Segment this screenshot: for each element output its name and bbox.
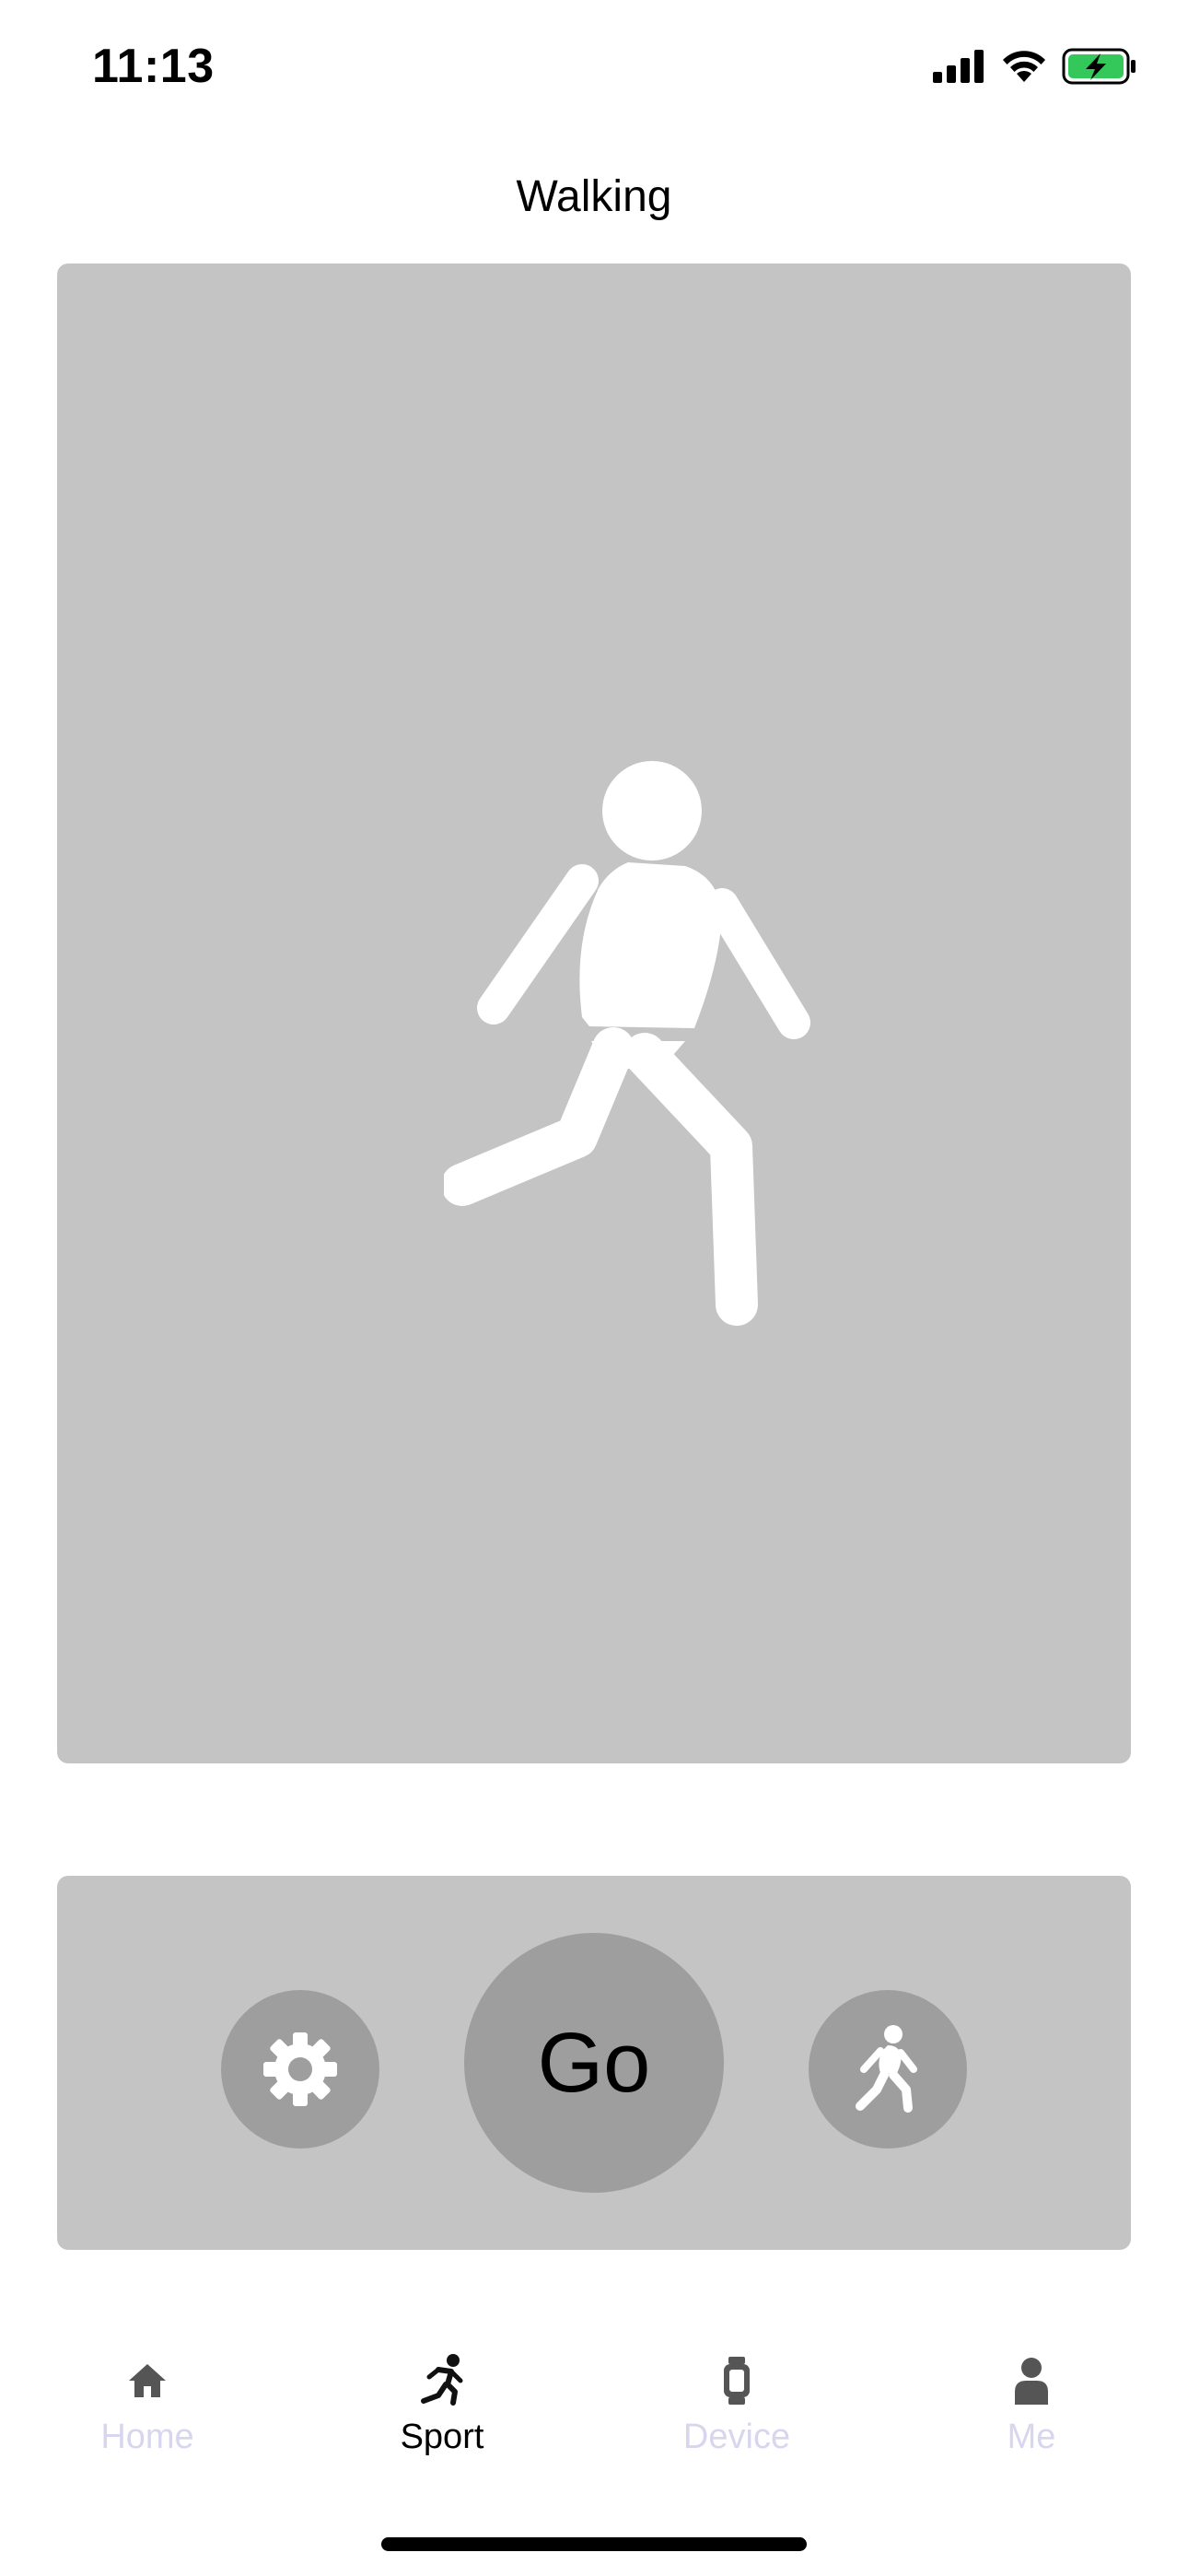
tab-me-label: Me — [1007, 2418, 1056, 2456]
gear-icon — [263, 2032, 337, 2106]
wifi-icon — [1003, 51, 1045, 82]
home-indicator — [381, 2537, 807, 2551]
go-button[interactable]: Go — [464, 1933, 724, 2193]
tab-device[interactable]: Device — [645, 2340, 829, 2478]
battery-charging-icon — [1062, 48, 1136, 85]
walking-figure-icon — [444, 761, 810, 1326]
tab-me[interactable]: Me — [939, 2340, 1124, 2478]
tab-sport[interactable]: Sport — [350, 2340, 534, 2478]
tab-home[interactable]: Home — [55, 2340, 239, 2478]
page-title: Walking — [516, 172, 672, 221]
settings-button[interactable] — [221, 1990, 379, 2149]
tab-device-label: Device — [682, 2418, 791, 2456]
tab-sport-label: Sport — [400, 2418, 484, 2456]
watch-icon — [709, 2353, 764, 2408]
home-icon — [120, 2353, 175, 2408]
go-label: Go — [537, 2015, 651, 2110]
running-icon — [414, 2353, 470, 2408]
status-icons — [933, 48, 1137, 85]
status-bar: 11:13 — [0, 0, 1188, 138]
controls-card: Go — [57, 1876, 1131, 2250]
hero-card — [57, 263, 1131, 1763]
tab-home-label: Home — [100, 2418, 194, 2456]
sport-mode-button[interactable] — [809, 1990, 967, 2149]
cellular-signal-icon — [933, 50, 984, 83]
person-icon — [1004, 2353, 1059, 2408]
status-time: 11:13 — [92, 40, 215, 93]
walking-icon — [856, 2025, 917, 2113]
tab-bar: Home Sport Device Me — [0, 2340, 1188, 2478]
